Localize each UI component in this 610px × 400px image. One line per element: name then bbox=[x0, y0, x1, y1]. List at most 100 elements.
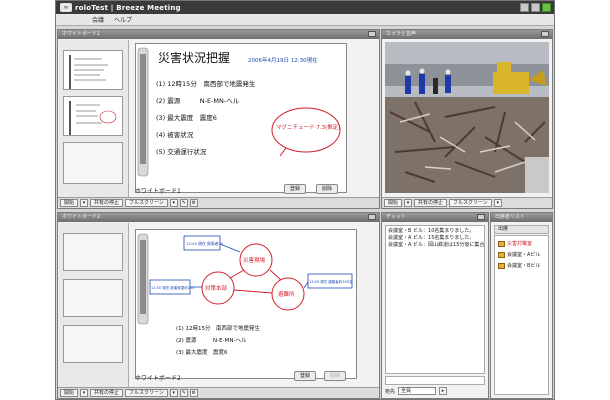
whiteboard2-pod: ホワイトボード2 災害現場 対策本部 避難所 12:45 現在 負傷者50 12… bbox=[57, 212, 380, 399]
whiteboard1-register-button[interactable]: 登録 bbox=[284, 184, 306, 194]
pencil-icon[interactable]: ✎ bbox=[179, 199, 188, 207]
minimize-button[interactable] bbox=[520, 3, 529, 12]
chat-message-list[interactable]: 会議室・B ビル：10名集まりました。 会議室・A ビル：15名集まりました。 … bbox=[385, 225, 485, 374]
wb1-line-1: (1) 12時15分 南西部で地震発生 bbox=[156, 79, 256, 88]
menu-help[interactable]: ヘルプ bbox=[114, 15, 132, 24]
thumbnail-2-ink bbox=[69, 101, 117, 135]
wb2-line-3: (3) 最大震度 震度6 bbox=[176, 348, 228, 356]
maximize-button[interactable] bbox=[531, 3, 540, 12]
chat-pod-header: チャット bbox=[382, 213, 488, 222]
whiteboard2-stop-share-button[interactable]: 共有の停止 bbox=[90, 389, 124, 397]
camera-toolbar: 開始 ▾ 共有の停止 フルスクリーン ▾ bbox=[382, 197, 552, 208]
whiteboard1-pod-title: ホワイトボード1 bbox=[62, 31, 101, 37]
settings-icon[interactable]: ⚙ bbox=[189, 389, 198, 397]
whiteboard2-canvas[interactable]: 災害現場 対策本部 避難所 12:45 現在 負傷者50 12:50 現在 被害… bbox=[135, 229, 357, 379]
page-thumbnail-1[interactable] bbox=[63, 233, 123, 271]
page-thumbnails bbox=[59, 40, 129, 198]
settings-icon[interactable]: ⚙ bbox=[189, 199, 198, 207]
breeze-logo-icon: ∞ bbox=[60, 3, 72, 12]
attendee-item[interactable]: 会議室・Bビル bbox=[498, 262, 540, 269]
whiteboard1-fullscreen-button[interactable]: フルスクリーン bbox=[125, 199, 168, 207]
wb1-line-3: (3) 最大震度 震度6 bbox=[156, 113, 217, 122]
page-thumbnail-2[interactable] bbox=[63, 96, 123, 136]
dropdown-arrow-icon[interactable]: ▾ bbox=[80, 199, 89, 207]
send-to-label: 宛先 bbox=[385, 388, 396, 395]
wb2-node-2: 対策本部 bbox=[205, 284, 228, 292]
title-bar: ∞ roloTest | Breeze Meeting bbox=[56, 1, 554, 14]
dropdown-arrow-icon[interactable]: ▾ bbox=[169, 389, 178, 397]
attendee-item[interactable]: 会議室・Aビル bbox=[498, 251, 540, 258]
wb2-node-1: 災害現場 bbox=[243, 256, 266, 264]
thumbnail-1-ink bbox=[69, 55, 108, 89]
menu-bar: 会議 ヘルプ bbox=[56, 14, 554, 26]
pencil-icon[interactable]: ✎ bbox=[179, 389, 188, 397]
attendees-pod-title: 出席者リスト bbox=[495, 214, 526, 220]
whiteboard1-toolbar: 開始 ▾ 共有の停止 フルスクリーン ▾ ✎ ⚙ bbox=[58, 197, 379, 208]
camera-video-feed bbox=[385, 42, 549, 193]
whiteboard2-label: ホワイトボード2 bbox=[135, 375, 181, 382]
camera-start-button[interactable]: 開始 bbox=[384, 199, 403, 207]
whiteboard1-delete-button[interactable]: 削除 bbox=[316, 184, 338, 194]
whiteboard2-start-button[interactable]: 開始 bbox=[60, 389, 79, 397]
page-thumbnail-3[interactable] bbox=[63, 325, 123, 363]
disaster-scene-image bbox=[385, 42, 549, 193]
wb1-line-4: (4) 被害状況 bbox=[156, 130, 194, 139]
wb1-note: マグニチュード 7.3(推定) bbox=[276, 123, 340, 131]
wb1-line-5: (5) 交通運行状況 bbox=[156, 147, 207, 156]
dropdown-arrow-icon[interactable]: ▾ bbox=[80, 389, 89, 397]
whiteboard1-canvas[interactable]: 災害状況把握 2006年4月19日 12:30現在 (1) 12時15分 南西部… bbox=[135, 43, 347, 193]
whiteboard1-label: ホワイトボード1 bbox=[135, 188, 181, 195]
whiteboard2-pod-title: ホワイトボード2 bbox=[62, 214, 101, 220]
attendee-name: 会議室・Bビル bbox=[507, 263, 541, 269]
dropdown-arrow-icon[interactable]: ▾ bbox=[404, 199, 413, 207]
wb1-line-2: (2) 震源 N-E-MN-ヘル bbox=[156, 96, 240, 105]
pod-options-icon[interactable] bbox=[368, 31, 376, 37]
whiteboard1-stop-share-button[interactable]: 共有の停止 bbox=[90, 199, 124, 207]
send-icon[interactable]: ▸ bbox=[439, 387, 448, 395]
whiteboard2-fullscreen-button[interactable]: フルスクリーン bbox=[125, 389, 168, 397]
app-window: ∞ roloTest | Breeze Meeting 会議 ヘルプ ホワイトボ… bbox=[55, 0, 555, 400]
wb2-node-3: 避難所 bbox=[278, 290, 295, 298]
whiteboard2-pod-header: ホワイトボード2 bbox=[58, 213, 379, 222]
page-thumbnail-3[interactable] bbox=[63, 142, 123, 184]
chat-message: 会議室・B ビル：10名集まりました。 bbox=[388, 228, 475, 234]
camera-pod: カメラと音声 開始 ▾ 共有の停止 フルスクリーン ▾ bbox=[381, 29, 553, 209]
attendee-group-icon bbox=[498, 262, 505, 269]
whiteboard1-start-button[interactable]: 開始 bbox=[60, 199, 79, 207]
attendees-pod-header: 出席者リスト bbox=[491, 213, 552, 222]
whiteboard1-pod-header: ホワイトボード1 bbox=[58, 30, 379, 39]
attendee-group-icon bbox=[498, 251, 505, 258]
close-button[interactable] bbox=[542, 3, 551, 12]
wb2-box-1: 12:45 現在 負傷者50 bbox=[186, 241, 224, 246]
wb1-title: 災害状況把握 bbox=[158, 50, 230, 65]
chat-message: 会議室・A ビル：15名集まりました。 bbox=[388, 235, 475, 241]
whiteboard1-ink: 災害状況把握 2006年4月19日 12:30現在 (1) 12時15分 南西部… bbox=[137, 47, 341, 177]
send-to-select[interactable]: 全員 bbox=[398, 387, 437, 395]
dropdown-arrow-icon[interactable]: ▾ bbox=[169, 199, 178, 207]
chat-message: 会議室・A ビル：岡山鉄道は15分後に集合 bbox=[388, 242, 485, 248]
chat-footer: 宛先 全員 ▸ bbox=[385, 386, 485, 396]
attendee-item[interactable]: 災害対策室 bbox=[498, 240, 532, 247]
page-thumbnails bbox=[59, 223, 129, 387]
page-thumbnail-1[interactable] bbox=[63, 50, 123, 90]
camera-fullscreen-button[interactable]: フルスクリーン bbox=[449, 199, 492, 207]
wb2-line-2: (2) 震源 N-E-MN-ヘル bbox=[176, 336, 247, 344]
pod-options-icon[interactable] bbox=[477, 214, 485, 220]
attendee-list[interactable]: 災害対策室 会議室・Aビル 会議室・Bビル bbox=[494, 235, 549, 395]
dropdown-arrow-icon[interactable]: ▾ bbox=[493, 199, 502, 207]
wb2-box-3: 13:00 現在 避難者約300名 bbox=[309, 279, 353, 284]
whiteboard2-ink: 災害現場 対策本部 避難所 12:45 現在 負傷者50 12:50 現在 被害… bbox=[137, 233, 353, 356]
attendee-list-header: 出席 bbox=[494, 225, 549, 234]
whiteboard2-register-button[interactable]: 登録 bbox=[294, 371, 316, 381]
attendees-pod: 出席者リスト 出席 災害対策室 会議室・Aビル 会議室・Bビル bbox=[490, 212, 553, 399]
pod-options-icon[interactable] bbox=[368, 214, 376, 220]
pod-options-icon[interactable] bbox=[541, 31, 549, 37]
whiteboard2-delete-button[interactable]: 削除 bbox=[324, 371, 346, 381]
menu-meeting[interactable]: 会議 bbox=[92, 15, 104, 24]
attendee-name: 会議室・Aビル bbox=[507, 252, 541, 258]
wb2-line-1: (1) 12時15分 南西部で地震発生 bbox=[176, 324, 261, 332]
chat-message-input[interactable] bbox=[385, 376, 485, 385]
whiteboard1-pod: ホワイトボード1 災害状況把握 2006年4月19日 12:30現在 (1) 1… bbox=[57, 29, 380, 209]
camera-stop-share-button[interactable]: 共有の停止 bbox=[414, 199, 448, 207]
page-thumbnail-2[interactable] bbox=[63, 279, 123, 317]
